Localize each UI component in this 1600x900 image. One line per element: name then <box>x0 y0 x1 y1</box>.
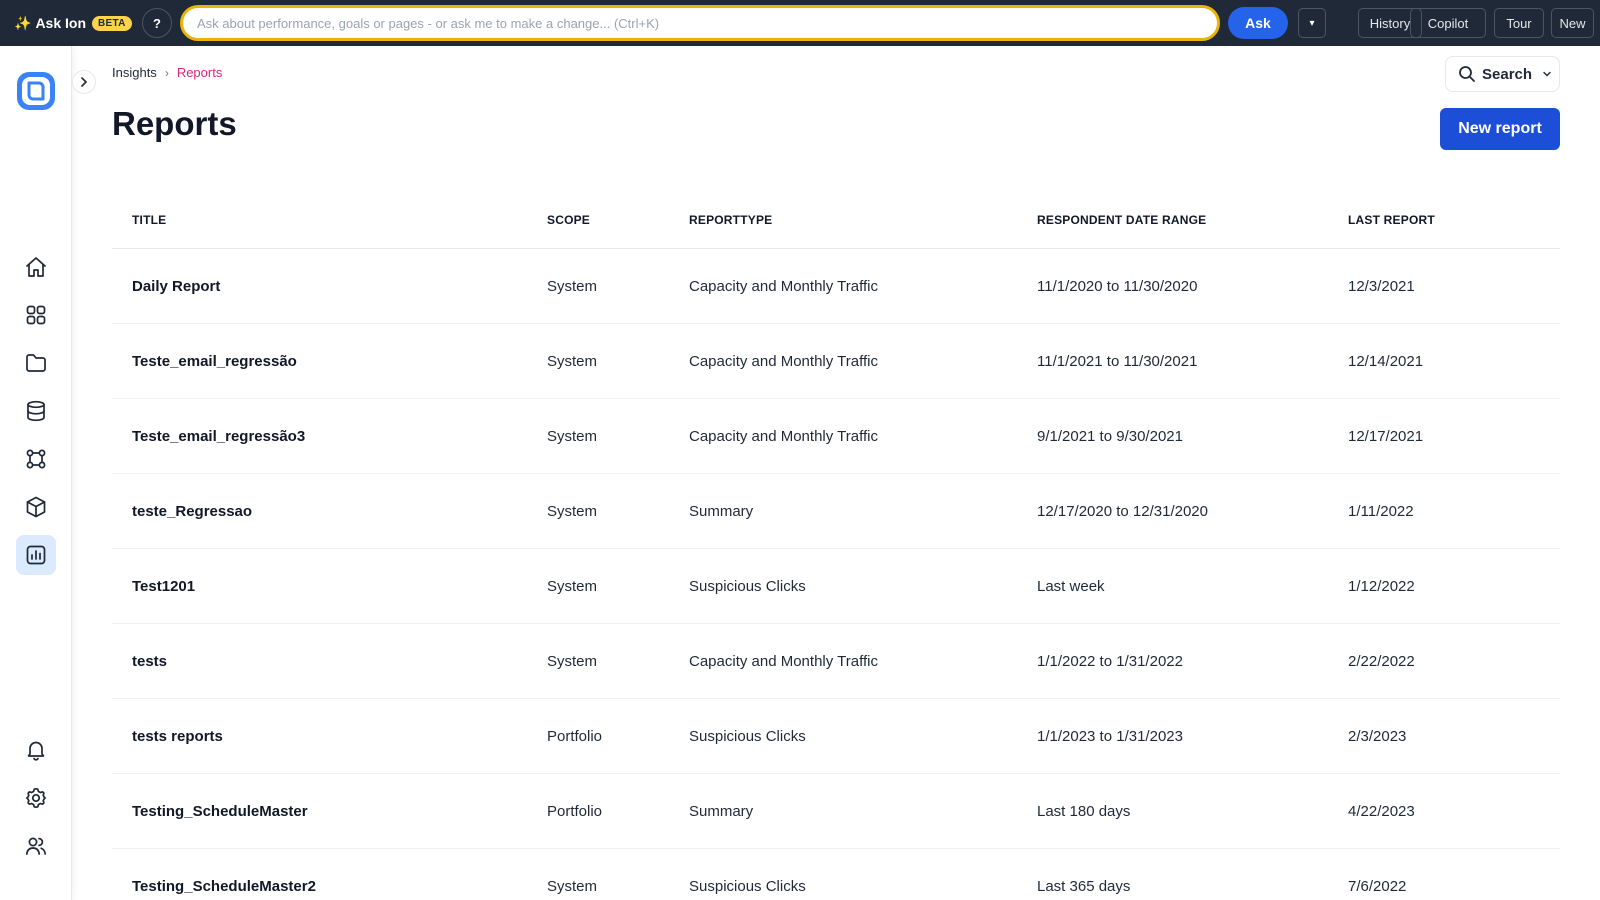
cell-scope: System <box>547 878 598 895</box>
ask-input-container <box>180 5 1220 41</box>
cell-title[interactable]: Test1201 <box>132 578 195 595</box>
sidebar <box>0 46 72 900</box>
cell-report-type: Capacity and Monthly Traffic <box>689 278 878 295</box>
cell-date-range: Last 365 days <box>1037 878 1131 895</box>
nav-database-icon[interactable] <box>16 391 56 431</box>
cell-title[interactable]: Testing_ScheduleMaster2 <box>132 878 316 895</box>
help-button[interactable]: ? <box>142 8 172 38</box>
cell-title[interactable]: Testing_ScheduleMaster <box>132 803 308 820</box>
page-title: Reports <box>112 105 237 142</box>
table-row[interactable]: Testing_ScheduleMaster2 System Suspicious … <box>112 849 1560 900</box>
table-row[interactable]: Testing_ScheduleMaster Portfolio Summary La… <box>112 774 1560 849</box>
cell-date-range: 12/17/2020 to 12/31/2020 <box>1037 503 1208 520</box>
nav-dashboard-grid-icon[interactable] <box>16 295 56 335</box>
cell-title[interactable]: teste_Regressao <box>132 503 252 520</box>
cell-title[interactable]: tests <box>132 653 167 670</box>
cell-report-type: Suspicious Clicks <box>689 878 806 895</box>
cell-date-range: 9/1/2021 to 9/30/2021 <box>1037 428 1183 445</box>
cell-scope: System <box>547 578 598 595</box>
table-row[interactable]: tests System Capacity and Monthly Traffic 1… <box>112 624 1560 699</box>
ask-button[interactable]: Ask <box>1228 7 1288 39</box>
users-icon[interactable] <box>16 826 56 866</box>
breadcrumb-chevron-icon: › <box>164 65 169 80</box>
cell-last-report: 12/3/2021 <box>1348 278 1415 295</box>
cell-last-report: 1/11/2022 <box>1348 503 1414 520</box>
column-header-scope[interactable]: SCOPE <box>547 213 590 227</box>
ask-input[interactable] <box>183 8 1217 38</box>
search-label: Search <box>1482 65 1533 83</box>
cell-date-range: Last 180 days <box>1037 803 1131 820</box>
cell-title[interactable]: Teste_email_regressão3 <box>132 428 305 445</box>
chevron-down-icon <box>1543 71 1551 77</box>
table-row[interactable]: Teste_email_regressão3 System Capacity and… <box>112 399 1560 474</box>
column-header-date-range[interactable]: RESPONDENT DATE RANGE <box>1037 213 1206 227</box>
app-logo-icon[interactable] <box>15 70 57 112</box>
ask-ion-brand[interactable]: ✨ Ask Ion BETA <box>14 15 132 32</box>
cell-scope: System <box>547 653 598 670</box>
cell-date-range: 11/1/2021 to 11/30/2021 <box>1037 353 1198 370</box>
sidebar-expand-button[interactable] <box>72 70 96 94</box>
cell-report-type: Capacity and Monthly Traffic <box>689 653 878 670</box>
table-body: Daily Report System Capacity and Monthly T… <box>112 249 1560 900</box>
nav-integrations-icon[interactable] <box>16 439 56 479</box>
cell-scope: System <box>547 428 598 445</box>
cell-report-type: Suspicious Clicks <box>689 578 806 595</box>
nav-home-icon[interactable] <box>16 247 56 287</box>
cell-last-report: 12/17/2021 <box>1348 428 1424 445</box>
cell-last-report: 1/12/2022 <box>1348 578 1415 595</box>
cell-report-type: Suspicious Clicks <box>689 728 806 745</box>
cell-date-range: 1/1/2022 to 1/31/2022 <box>1037 653 1183 670</box>
cell-scope: System <box>547 278 598 295</box>
cell-scope: Portfolio <box>547 803 603 820</box>
beta-badge: BETA <box>92 15 132 31</box>
cell-last-report: 7/6/2022 <box>1348 878 1407 895</box>
breadcrumb-reports: Reports <box>176 65 223 80</box>
cell-title[interactable]: tests reports <box>132 728 223 745</box>
breadcrumb-insights[interactable]: Insights <box>112 65 157 80</box>
breadcrumb: Insights › Reports <box>112 65 222 80</box>
chevron-right-icon <box>81 77 88 87</box>
table-row[interactable]: Daily Report System Capacity and Monthly T… <box>112 249 1560 324</box>
search-button[interactable]: Search <box>1445 56 1560 92</box>
nav-folder-icon[interactable] <box>16 343 56 383</box>
cell-title[interactable]: Teste_email_regressão <box>132 353 297 370</box>
settings-gear-icon[interactable] <box>16 778 56 818</box>
nav-package-cube-icon[interactable] <box>16 487 56 527</box>
table-row[interactable]: teste_Regressao System Summary 12/17/2020 t… <box>112 474 1560 549</box>
cell-report-type: Capacity and Monthly Traffic <box>689 353 878 370</box>
search-icon <box>1459 66 1475 82</box>
new-report-button[interactable]: New report <box>1440 108 1560 150</box>
cell-date-range: 1/1/2023 to 1/31/2023 <box>1037 728 1183 745</box>
notifications-bell-icon[interactable] <box>16 730 56 770</box>
cell-last-report: 12/14/2021 <box>1348 353 1424 370</box>
table-row[interactable]: tests reports Portfolio Suspicious Clicks 1… <box>112 699 1560 774</box>
table-row[interactable]: Test1201 System Suspicious Clicks Last week… <box>112 549 1560 624</box>
cell-scope: Portfolio <box>547 728 603 745</box>
table-row[interactable]: Teste_email_regressão System Capacity and … <box>112 324 1560 399</box>
cell-report-type: Capacity and Monthly Traffic <box>689 428 878 445</box>
reports-table: TITLE SCOPE REPORTTYPE RESPONDENT DATE R… <box>112 195 1560 900</box>
cell-last-report: 4/22/2023 <box>1348 803 1415 820</box>
column-header-last-report[interactable]: LAST REPORT <box>1348 213 1435 227</box>
cell-date-range: Last week <box>1037 578 1105 595</box>
cell-last-report: 2/3/2023 <box>1348 728 1407 745</box>
column-header-reporttype[interactable]: REPORTTYPE <box>689 213 772 227</box>
column-header-title[interactable]: TITLE <box>132 213 166 227</box>
ask-options-dropdown[interactable]: ▾ <box>1298 8 1326 38</box>
nav-reports-chart-icon[interactable] <box>16 535 56 575</box>
new-button[interactable]: New <box>1551 8 1594 38</box>
cell-report-type: Summary <box>689 503 754 520</box>
tour-button[interactable]: Tour <box>1494 8 1544 38</box>
sparkles-icon: ✨ <box>14 14 32 31</box>
cell-last-report: 2/22/2022 <box>1348 653 1415 670</box>
copilot-button[interactable]: Copilot <box>1410 8 1486 38</box>
cell-title[interactable]: Daily Report <box>132 278 220 295</box>
table-header: TITLE SCOPE REPORTTYPE RESPONDENT DATE R… <box>112 195 1560 249</box>
top-bar: ✨ Ask Ion BETA ? Ask ▾ History Copilot T… <box>0 0 1600 46</box>
brand-label: Ask Ion <box>35 15 87 31</box>
cell-scope: System <box>547 353 598 370</box>
cell-date-range: 11/1/2020 to 11/30/2020 <box>1037 278 1198 295</box>
cell-scope: System <box>547 503 598 520</box>
cell-report-type: Summary <box>689 803 754 820</box>
